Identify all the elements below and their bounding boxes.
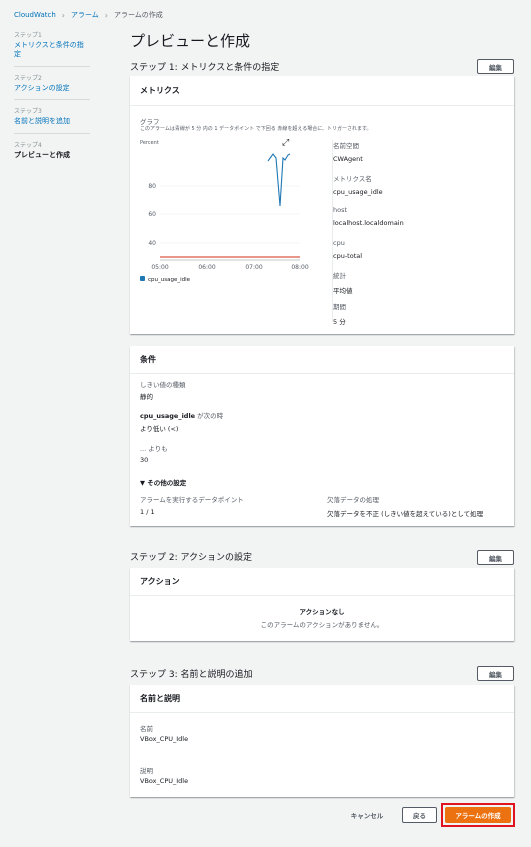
actions-card-title: アクション [130, 568, 514, 596]
detail-label: メトリクス名 [333, 175, 372, 183]
when-value: より低い (<) [140, 425, 179, 433]
wizard-step-1[interactable]: ステップ1 メトリクスと条件の指定 [14, 30, 90, 67]
detail-period: 期間 5 分 [333, 301, 404, 332]
breadcrumb: CloudWatch › アラーム › アラームの作成 [14, 10, 163, 20]
threshold-type-value: 静的 [140, 393, 153, 401]
wizard-step-4: ステップ4 プレビューと作成 [14, 140, 90, 166]
detail-label: cpu [333, 239, 345, 247]
alarm-desc-value: VBox_CPU_Idle [140, 777, 189, 785]
threshold-type-label: しきい値の種類 [140, 381, 186, 389]
detail-statistic: 統計 平均値 [333, 270, 404, 301]
legend-swatch [140, 276, 145, 281]
step-label[interactable]: 名前と説明を追加 [14, 117, 90, 126]
detail-value: 平均値 [333, 287, 353, 295]
detail-label: 統計 [333, 272, 346, 280]
name-description-title: 名前と説明 [130, 685, 514, 713]
y-tick: 60 [148, 211, 156, 218]
than-label: ... よりも [140, 445, 168, 453]
detail-host: host localhost.localdomain [333, 206, 404, 239]
graph-description: このアラームは青線が 5 分 内の 1 データポイント で下回る 赤線を超える場… [140, 126, 372, 132]
metrics-card: メトリクス グラフ このアラームは青線が 5 分 内の 1 データポイント で下… [130, 76, 514, 334]
missing-data-value: 欠落データを不正 (しきい値を超えている)として処理 [327, 510, 484, 518]
create-alarm-button[interactable]: アラームの作成 [445, 807, 511, 823]
wizard-step-2[interactable]: ステップ2 アクションの設定 [14, 73, 90, 101]
y-tick: 80 [148, 183, 156, 190]
step3-header: ステップ 3: 名前と説明の追加 [130, 670, 253, 680]
chart-svg: 80 60 40 05:00 06:00 07:00 08:00 cpu_usa… [140, 153, 309, 283]
chevron-right-icon: › [104, 10, 108, 20]
breadcrumb-current: アラームの作成 [114, 11, 163, 19]
chevron-right-icon: › [61, 10, 65, 20]
missing-data-label: 欠落データの処理 [327, 496, 379, 504]
detail-label: host [333, 206, 348, 214]
wizard-step-3[interactable]: ステップ3 名前と説明を追加 [14, 106, 90, 134]
breadcrumb-alarms[interactable]: アラーム [71, 10, 99, 20]
step-label: プレビューと作成 [14, 150, 70, 159]
name-description-card: 名前と説明 名前 VBox_CPU_Idle 説明 VBox_CPU_Idle [130, 685, 514, 797]
detail-value: 5 分 [333, 318, 346, 326]
x-tick: 07:00 [245, 264, 262, 271]
wizard-steps: ステップ1 メトリクスと条件の指定 ステップ2 アクションの設定 ステップ3 名… [14, 30, 90, 172]
step1-header: ステップ 1: メトリクスと条件の指定 [130, 63, 280, 73]
datapoints-label: アラームを実行するデータポイント [140, 496, 244, 504]
metric-details: 名前空間 CWAgent メトリクス名 cpu_usage_idle host … [333, 140, 404, 332]
no-actions-title: アクションなし [299, 608, 345, 616]
back-button[interactable]: 戻る [402, 807, 437, 823]
no-actions-desc: このアラームのアクションがありません。 [260, 621, 384, 629]
metrics-card-title: メトリクス [130, 76, 514, 106]
detail-value: cpu_usage_idle [333, 188, 383, 196]
additional-config-label: その他の設定 [147, 479, 187, 487]
actions-card: アクション アクションなし このアラームのアクションがありません。 [130, 568, 514, 641]
step-label[interactable]: メトリクスと条件の指定 [14, 41, 90, 60]
page-title: プレビューと作成 [130, 32, 251, 50]
x-tick: 05:00 [151, 264, 168, 271]
datapoints-value: 1 / 1 [140, 508, 155, 516]
detail-cpu: cpu cpu-total [333, 239, 404, 270]
detail-value: localhost.localdomain [333, 219, 404, 227]
when-suffix: が次の時 [195, 412, 224, 420]
conditions-card-title: 条件 [130, 346, 514, 374]
detail-namespace: 名前空間 CWAgent [333, 140, 404, 173]
step2-header: ステップ 2: アクションの設定 [130, 553, 253, 563]
edit-step2-button[interactable]: 編集 [477, 550, 514, 565]
x-tick: 06:00 [198, 264, 215, 271]
detail-value: cpu-total [333, 252, 363, 260]
when-metric: cpu_usage_idle [140, 412, 196, 420]
conditions-card: 条件 しきい値の種類 静的 cpu_usage_idle が次の時 より低い (… [130, 346, 514, 526]
additional-config-toggle[interactable]: ▼ その他の設定 [140, 477, 186, 487]
alarm-name-value: VBox_CPU_Idle [140, 735, 189, 743]
alarm-desc-label: 説明 [140, 767, 153, 775]
x-tick: 08:00 [291, 264, 308, 271]
detail-label: 名前空間 [333, 142, 359, 150]
step-number: ステップ1 [14, 32, 42, 39]
detail-label: 期間 [333, 303, 346, 311]
detail-metric-name: メトリクス名 cpu_usage_idle [333, 173, 404, 206]
than-value: 30 [140, 456, 149, 464]
when-line: cpu_usage_idle が次の時 [140, 410, 223, 420]
breadcrumb-cloudwatch[interactable]: CloudWatch [14, 11, 56, 19]
detail-value: CWAgent [333, 155, 363, 163]
step-number: ステップ2 [14, 74, 42, 82]
step-number: ステップ3 [14, 108, 42, 116]
alarm-name-label: 名前 [140, 725, 153, 733]
metric-chart: Percent ⤢ 80 60 40 05:00 06:00 07:00 08:… [140, 136, 330, 286]
step-number: ステップ4 [14, 141, 42, 149]
edit-step1-button[interactable]: 編集 [477, 59, 514, 74]
edit-step3-button[interactable]: 編集 [477, 666, 514, 681]
legend-label: cpu_usage_idle [148, 277, 191, 283]
series-line [267, 153, 291, 207]
y-tick: 40 [148, 240, 156, 247]
cancel-button[interactable]: キャンセル [344, 807, 390, 823]
step-label[interactable]: アクションの設定 [14, 84, 90, 93]
